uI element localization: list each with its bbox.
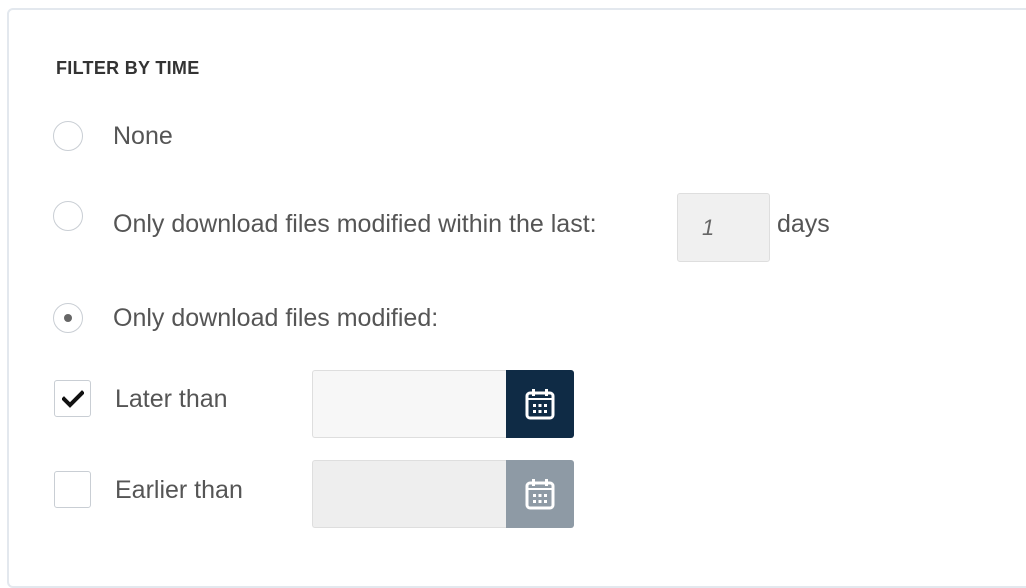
earlier-than-calendar-button[interactable] xyxy=(506,460,574,528)
calendar-icon xyxy=(525,479,555,510)
later-than-calendar-button[interactable] xyxy=(506,370,574,438)
later-than-label: Later than xyxy=(115,385,228,413)
earlier-than-checkbox[interactable] xyxy=(54,471,91,508)
days-input[interactable] xyxy=(677,193,770,262)
days-unit-label: days xyxy=(777,210,830,238)
none-radio[interactable] xyxy=(53,121,83,151)
none-label: None xyxy=(113,122,173,150)
checkmark-icon xyxy=(61,389,84,408)
within-last-radio[interactable] xyxy=(53,201,83,231)
later-than-checkbox[interactable] xyxy=(54,380,91,417)
earlier-than-label: Earlier than xyxy=(115,476,243,504)
modified-label: Only download files modified: xyxy=(113,304,439,332)
calendar-icon xyxy=(525,389,555,420)
modified-radio[interactable] xyxy=(53,303,83,333)
within-last-label: Only download files modified within the … xyxy=(113,210,597,238)
earlier-than-date-field[interactable] xyxy=(312,460,507,528)
later-than-date-field[interactable] xyxy=(312,370,507,438)
section-title: FILTER BY TIME xyxy=(56,58,200,78)
